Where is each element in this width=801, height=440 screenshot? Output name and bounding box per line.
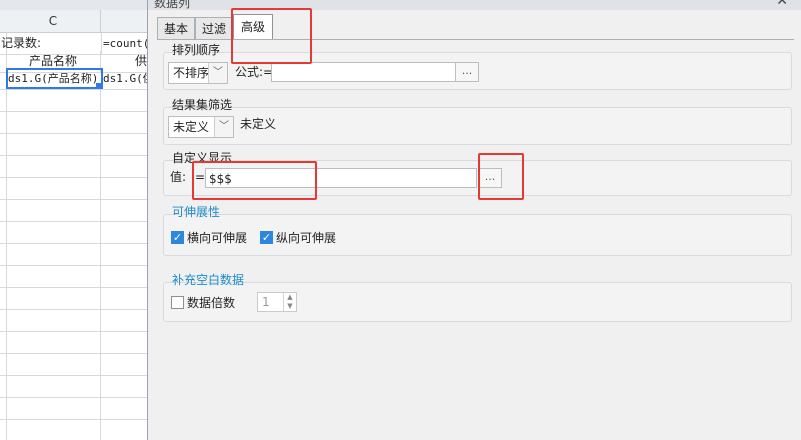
tab-basic[interactable]: 基本: [157, 17, 195, 40]
result-filter-select[interactable]: 未定义 ﹀: [168, 116, 234, 138]
sheet-row: [0, 354, 147, 376]
result-filter-value: 未定义: [173, 120, 210, 134]
sort-order-title: 排列顺序: [172, 43, 221, 57]
data-multiple-value: 1: [262, 295, 270, 309]
column-header-c[interactable]: C: [6, 10, 101, 32]
check-icon: ✓: [260, 231, 273, 244]
custom-display-group: 自定义显示 值: = $$$ ...: [163, 151, 792, 196]
sheet-row: [0, 222, 147, 244]
sheet-row: [0, 266, 147, 288]
cell-product-name-binding[interactable]: ds1.G(产品名称): [6, 68, 103, 89]
data-multiple-label: 数据倍数: [187, 296, 236, 310]
value-equals: =: [195, 170, 206, 184]
column-header-d[interactable]: [101, 10, 147, 32]
sheet-row: [0, 134, 147, 156]
custom-display-edit-button[interactable]: ...: [478, 168, 502, 188]
sheet-row: [0, 200, 147, 222]
value-label: 值:: [170, 170, 187, 184]
close-icon[interactable]: ✕: [776, 0, 788, 9]
result-filter-description: 未定义: [240, 117, 277, 131]
sheet-row: [0, 178, 147, 200]
custom-display-value-input[interactable]: $$$: [205, 168, 477, 188]
chevron-down-icon: ﹀: [208, 63, 227, 83]
tab-filter[interactable]: 过滤: [195, 17, 233, 40]
sheet-row: [0, 398, 147, 420]
sheet-row: ds1.G(产品名称) ds1.G(供: [0, 68, 147, 90]
extensibility-group: 可伸展性 ✓ 横向可伸展 ✓ 纵向可伸展: [163, 205, 792, 256]
sheet-row: [0, 288, 147, 310]
sheet-row: [0, 376, 147, 398]
chevron-down-icon: ﹀: [214, 117, 233, 137]
checkbox-box: [171, 296, 184, 309]
dialog-title: 数据列: [154, 0, 191, 10]
fill-blank-group: 补充空白数据 数据倍数 1 ▲ ▼: [163, 273, 792, 322]
sort-order-select[interactable]: 不排序 ﹀: [168, 62, 228, 84]
sheet-row: [0, 244, 147, 266]
data-column-dialog: 数据列 ✕ 基本 过滤 高级 排列顺序 不排序 ﹀ 公式:= ... 结果集筛选…: [147, 0, 801, 440]
sort-order-group: 排列顺序 不排序 ﹀ 公式:= ...: [163, 43, 792, 90]
formula-input[interactable]: [271, 62, 456, 82]
dialog-titlebar[interactable]: 数据列 ✕: [148, 0, 801, 10]
sheet-row: [0, 156, 147, 178]
advanced-tab-panel: 排列顺序 不排序 ﹀ 公式:= ... 结果集筛选 未定义 ﹀ 未定义 自定义显…: [157, 40, 794, 440]
extensibility-title: 可伸展性: [172, 205, 221, 219]
column-header: C: [0, 10, 147, 33]
custom-display-title: 自定义显示: [172, 151, 233, 165]
sheet-row: [0, 310, 147, 332]
horizontal-extend-label: 横向可伸展: [187, 231, 248, 245]
check-icon: ✓: [171, 231, 184, 244]
formula-label: 公式:=: [235, 65, 274, 79]
fill-blank-title: 补充空白数据: [172, 273, 245, 287]
sort-order-value: 不排序: [173, 66, 210, 80]
spreadsheet: C 记录数: =count( 产品名称 供 ds1.G(产品名称) ds1.G(…: [0, 0, 147, 440]
sheet-top-strip: [0, 0, 147, 10]
result-filter-group: 结果集筛选 未定义 ﹀ 未定义: [163, 98, 792, 145]
sheet-row: [0, 112, 147, 134]
formula-edit-button[interactable]: ...: [455, 62, 479, 82]
result-filter-title: 结果集筛选: [172, 98, 233, 112]
vertical-extend-label: 纵向可伸展: [276, 231, 337, 245]
sheet-row: [0, 420, 147, 440]
cell-supplier-binding[interactable]: ds1.G(供: [101, 68, 147, 89]
sheet-row: [0, 332, 147, 354]
data-multiple-spinner[interactable]: 1 ▲ ▼: [257, 292, 297, 312]
tab-advanced[interactable]: 高级: [233, 14, 273, 40]
selection-handle[interactable]: [96, 83, 101, 88]
sheet-row: [0, 90, 147, 112]
spinner-arrows-icon[interactable]: ▲ ▼: [283, 293, 296, 311]
